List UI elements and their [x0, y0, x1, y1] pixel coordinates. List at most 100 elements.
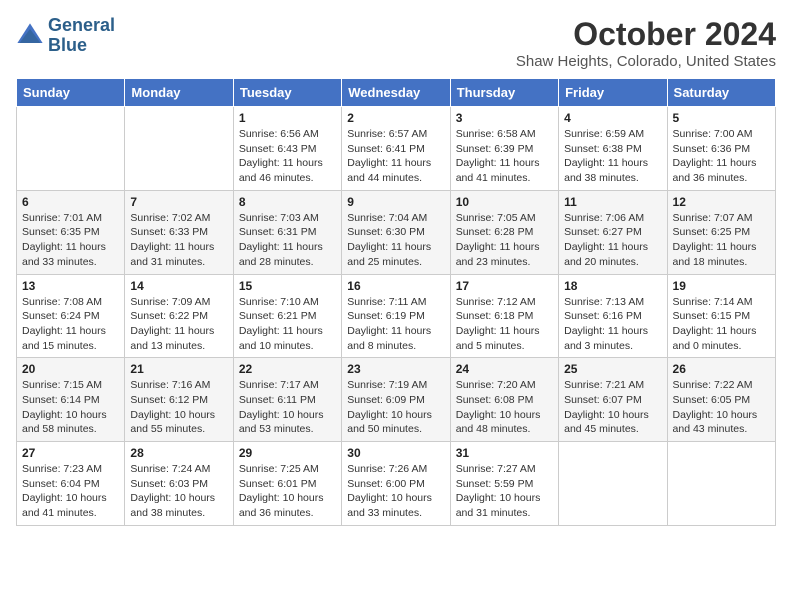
day-number: 30: [347, 446, 444, 460]
day-number: 10: [456, 195, 553, 209]
calendar-cell: 11 Sunrise: 7:06 AMSunset: 6:27 PMDayligh…: [559, 190, 667, 274]
calendar-cell: 25 Sunrise: 7:21 AMSunset: 6:07 PMDayligh…: [559, 358, 667, 442]
day-info: Sunrise: 7:25 AMSunset: 6:01 PMDaylight:…: [239, 462, 336, 521]
day-number: 20: [22, 362, 119, 376]
day-number: 9: [347, 195, 444, 209]
calendar-cell: 2Sunrise: 6:57 AMSunset: 6:41 PMDaylight…: [342, 107, 450, 191]
day-number: 16: [347, 279, 444, 293]
day-number: 4: [564, 111, 661, 125]
calendar-cell: [125, 107, 233, 191]
calendar-cell: 14Sunrise: 7:09 AMSunset: 6:22 PMDayligh…: [125, 274, 233, 358]
day-number: 15: [239, 279, 336, 293]
calendar-cell: 5 Sunrise: 7:00 AMSunset: 6:36 PMDaylight…: [667, 107, 775, 191]
day-number: 18: [564, 279, 661, 293]
calendar-week-row: 20 Sunrise: 7:15 AMSunset: 6:14 PMDayligh…: [17, 358, 776, 442]
day-number: 1: [239, 111, 336, 125]
day-number: 12: [673, 195, 770, 209]
calendar-cell: 15Sunrise: 7:10 AMSunset: 6:21 PMDayligh…: [233, 274, 341, 358]
calendar-cell: 30 Sunrise: 7:26 AMSunset: 6:00 PMDayligh…: [342, 442, 450, 526]
day-info: Sunrise: 7:04 AMSunset: 6:30 PMDaylight:…: [347, 211, 444, 270]
weekday-header: Sunday: [17, 79, 125, 107]
calendar-cell: 3 Sunrise: 6:58 AMSunset: 6:39 PMDaylight…: [450, 107, 558, 191]
day-info: Sunrise: 7:13 AMSunset: 6:16 PMDaylight:…: [564, 295, 661, 354]
calendar-cell: 1 Sunrise: 6:56 AMSunset: 6:43 PMDaylight…: [233, 107, 341, 191]
calendar-cell: [559, 442, 667, 526]
calendar-cell: 16 Sunrise: 7:11 AMSunset: 6:19 PMDayligh…: [342, 274, 450, 358]
calendar-cell: [667, 442, 775, 526]
day-number: 25: [564, 362, 661, 376]
day-number: 24: [456, 362, 553, 376]
calendar-cell: 21Sunrise: 7:16 AMSunset: 6:12 PMDayligh…: [125, 358, 233, 442]
day-info: Sunrise: 6:57 AMSunset: 6:41 PMDaylight:…: [347, 127, 444, 186]
day-info: Sunrise: 6:58 AMSunset: 6:39 PMDaylight:…: [456, 127, 553, 186]
location-text: Shaw Heights, Colorado, United States: [516, 53, 776, 70]
logo: General Blue: [16, 16, 115, 56]
weekday-header: Tuesday: [233, 79, 341, 107]
day-info: Sunrise: 6:56 AMSunset: 6:43 PMDaylight:…: [239, 127, 336, 186]
day-info: Sunrise: 7:05 AMSunset: 6:28 PMDaylight:…: [456, 211, 553, 270]
day-number: 8: [239, 195, 336, 209]
day-number: 29: [239, 446, 336, 460]
day-info: Sunrise: 7:00 AMSunset: 6:36 PMDaylight:…: [673, 127, 770, 186]
calendar-cell: 20 Sunrise: 7:15 AMSunset: 6:14 PMDayligh…: [17, 358, 125, 442]
calendar-cell: [17, 107, 125, 191]
day-info: Sunrise: 7:03 AMSunset: 6:31 PMDaylight:…: [239, 211, 336, 270]
day-info: Sunrise: 7:22 AMSunset: 6:05 PMDaylight:…: [673, 378, 770, 437]
day-info: Sunrise: 7:23 AMSunset: 6:04 PMDaylight:…: [22, 462, 119, 521]
day-number: 19: [673, 279, 770, 293]
day-number: 11: [564, 195, 661, 209]
calendar-cell: 19 Sunrise: 7:14 AMSunset: 6:15 PMDayligh…: [667, 274, 775, 358]
calendar-cell: 7 Sunrise: 7:02 AMSunset: 6:33 PMDaylight…: [125, 190, 233, 274]
calendar-cell: 13Sunrise: 7:08 AMSunset: 6:24 PMDayligh…: [17, 274, 125, 358]
day-info: Sunrise: 7:14 AMSunset: 6:15 PMDaylight:…: [673, 295, 770, 354]
logo-line2: Blue: [48, 36, 115, 56]
day-info: Sunrise: 7:12 AMSunset: 6:18 PMDaylight:…: [456, 295, 553, 354]
day-number: 31: [456, 446, 553, 460]
calendar-cell: 27Sunrise: 7:23 AMSunset: 6:04 PMDayligh…: [17, 442, 125, 526]
day-info: Sunrise: 7:27 AMSunset: 5:59 PMDaylight:…: [456, 462, 553, 521]
day-info: Sunrise: 7:01 AMSunset: 6:35 PMDaylight:…: [22, 211, 119, 270]
day-info: Sunrise: 7:02 AMSunset: 6:33 PMDaylight:…: [130, 211, 227, 270]
calendar-week-row: 27Sunrise: 7:23 AMSunset: 6:04 PMDayligh…: [17, 442, 776, 526]
day-info: Sunrise: 7:15 AMSunset: 6:14 PMDaylight:…: [22, 378, 119, 437]
day-info: Sunrise: 7:06 AMSunset: 6:27 PMDaylight:…: [564, 211, 661, 270]
calendar-cell: 6 Sunrise: 7:01 AMSunset: 6:35 PMDaylight…: [17, 190, 125, 274]
calendar-cell: 23Sunrise: 7:19 AMSunset: 6:09 PMDayligh…: [342, 358, 450, 442]
day-number: 26: [673, 362, 770, 376]
day-info: Sunrise: 7:20 AMSunset: 6:08 PMDaylight:…: [456, 378, 553, 437]
calendar-cell: 29 Sunrise: 7:25 AMSunset: 6:01 PMDayligh…: [233, 442, 341, 526]
calendar-header-row: SundayMondayTuesdayWednesdayThursdayFrid…: [17, 79, 776, 107]
day-info: Sunrise: 7:26 AMSunset: 6:00 PMDaylight:…: [347, 462, 444, 521]
day-number: 6: [22, 195, 119, 209]
day-info: Sunrise: 7:19 AMSunset: 6:09 PMDaylight:…: [347, 378, 444, 437]
day-number: 3: [456, 111, 553, 125]
calendar-cell: 10 Sunrise: 7:05 AMSunset: 6:28 PMDayligh…: [450, 190, 558, 274]
day-number: 13: [22, 279, 119, 293]
calendar-cell: 31 Sunrise: 7:27 AMSunset: 5:59 PMDayligh…: [450, 442, 558, 526]
calendar-cell: 17 Sunrise: 7:12 AMSunset: 6:18 PMDayligh…: [450, 274, 558, 358]
page-header: General Blue October 2024 Shaw Heights, …: [16, 16, 776, 70]
day-info: Sunrise: 7:07 AMSunset: 6:25 PMDaylight:…: [673, 211, 770, 270]
day-info: Sunrise: 7:16 AMSunset: 6:12 PMDaylight:…: [130, 378, 227, 437]
calendar-table: SundayMondayTuesdayWednesdayThursdayFrid…: [16, 78, 776, 526]
calendar-cell: 18 Sunrise: 7:13 AMSunset: 6:16 PMDayligh…: [559, 274, 667, 358]
weekday-header: Monday: [125, 79, 233, 107]
logo-line1: General: [48, 16, 115, 36]
calendar-cell: 28Sunrise: 7:24 AMSunset: 6:03 PMDayligh…: [125, 442, 233, 526]
day-number: 5: [673, 111, 770, 125]
calendar-cell: 26 Sunrise: 7:22 AMSunset: 6:05 PMDayligh…: [667, 358, 775, 442]
day-info: Sunrise: 7:11 AMSunset: 6:19 PMDaylight:…: [347, 295, 444, 354]
calendar-week-row: 6 Sunrise: 7:01 AMSunset: 6:35 PMDaylight…: [17, 190, 776, 274]
calendar-week-row: 13Sunrise: 7:08 AMSunset: 6:24 PMDayligh…: [17, 274, 776, 358]
day-number: 7: [130, 195, 227, 209]
day-info: Sunrise: 7:09 AMSunset: 6:22 PMDaylight:…: [130, 295, 227, 354]
month-title: October 2024: [516, 16, 776, 53]
day-number: 17: [456, 279, 553, 293]
day-info: Sunrise: 7:21 AMSunset: 6:07 PMDaylight:…: [564, 378, 661, 437]
calendar-cell: 4 Sunrise: 6:59 AMSunset: 6:38 PMDaylight…: [559, 107, 667, 191]
calendar-cell: 12 Sunrise: 7:07 AMSunset: 6:25 PMDayligh…: [667, 190, 775, 274]
weekday-header: Saturday: [667, 79, 775, 107]
day-info: Sunrise: 6:59 AMSunset: 6:38 PMDaylight:…: [564, 127, 661, 186]
calendar-cell: 22Sunrise: 7:17 AMSunset: 6:11 PMDayligh…: [233, 358, 341, 442]
weekday-header: Wednesday: [342, 79, 450, 107]
